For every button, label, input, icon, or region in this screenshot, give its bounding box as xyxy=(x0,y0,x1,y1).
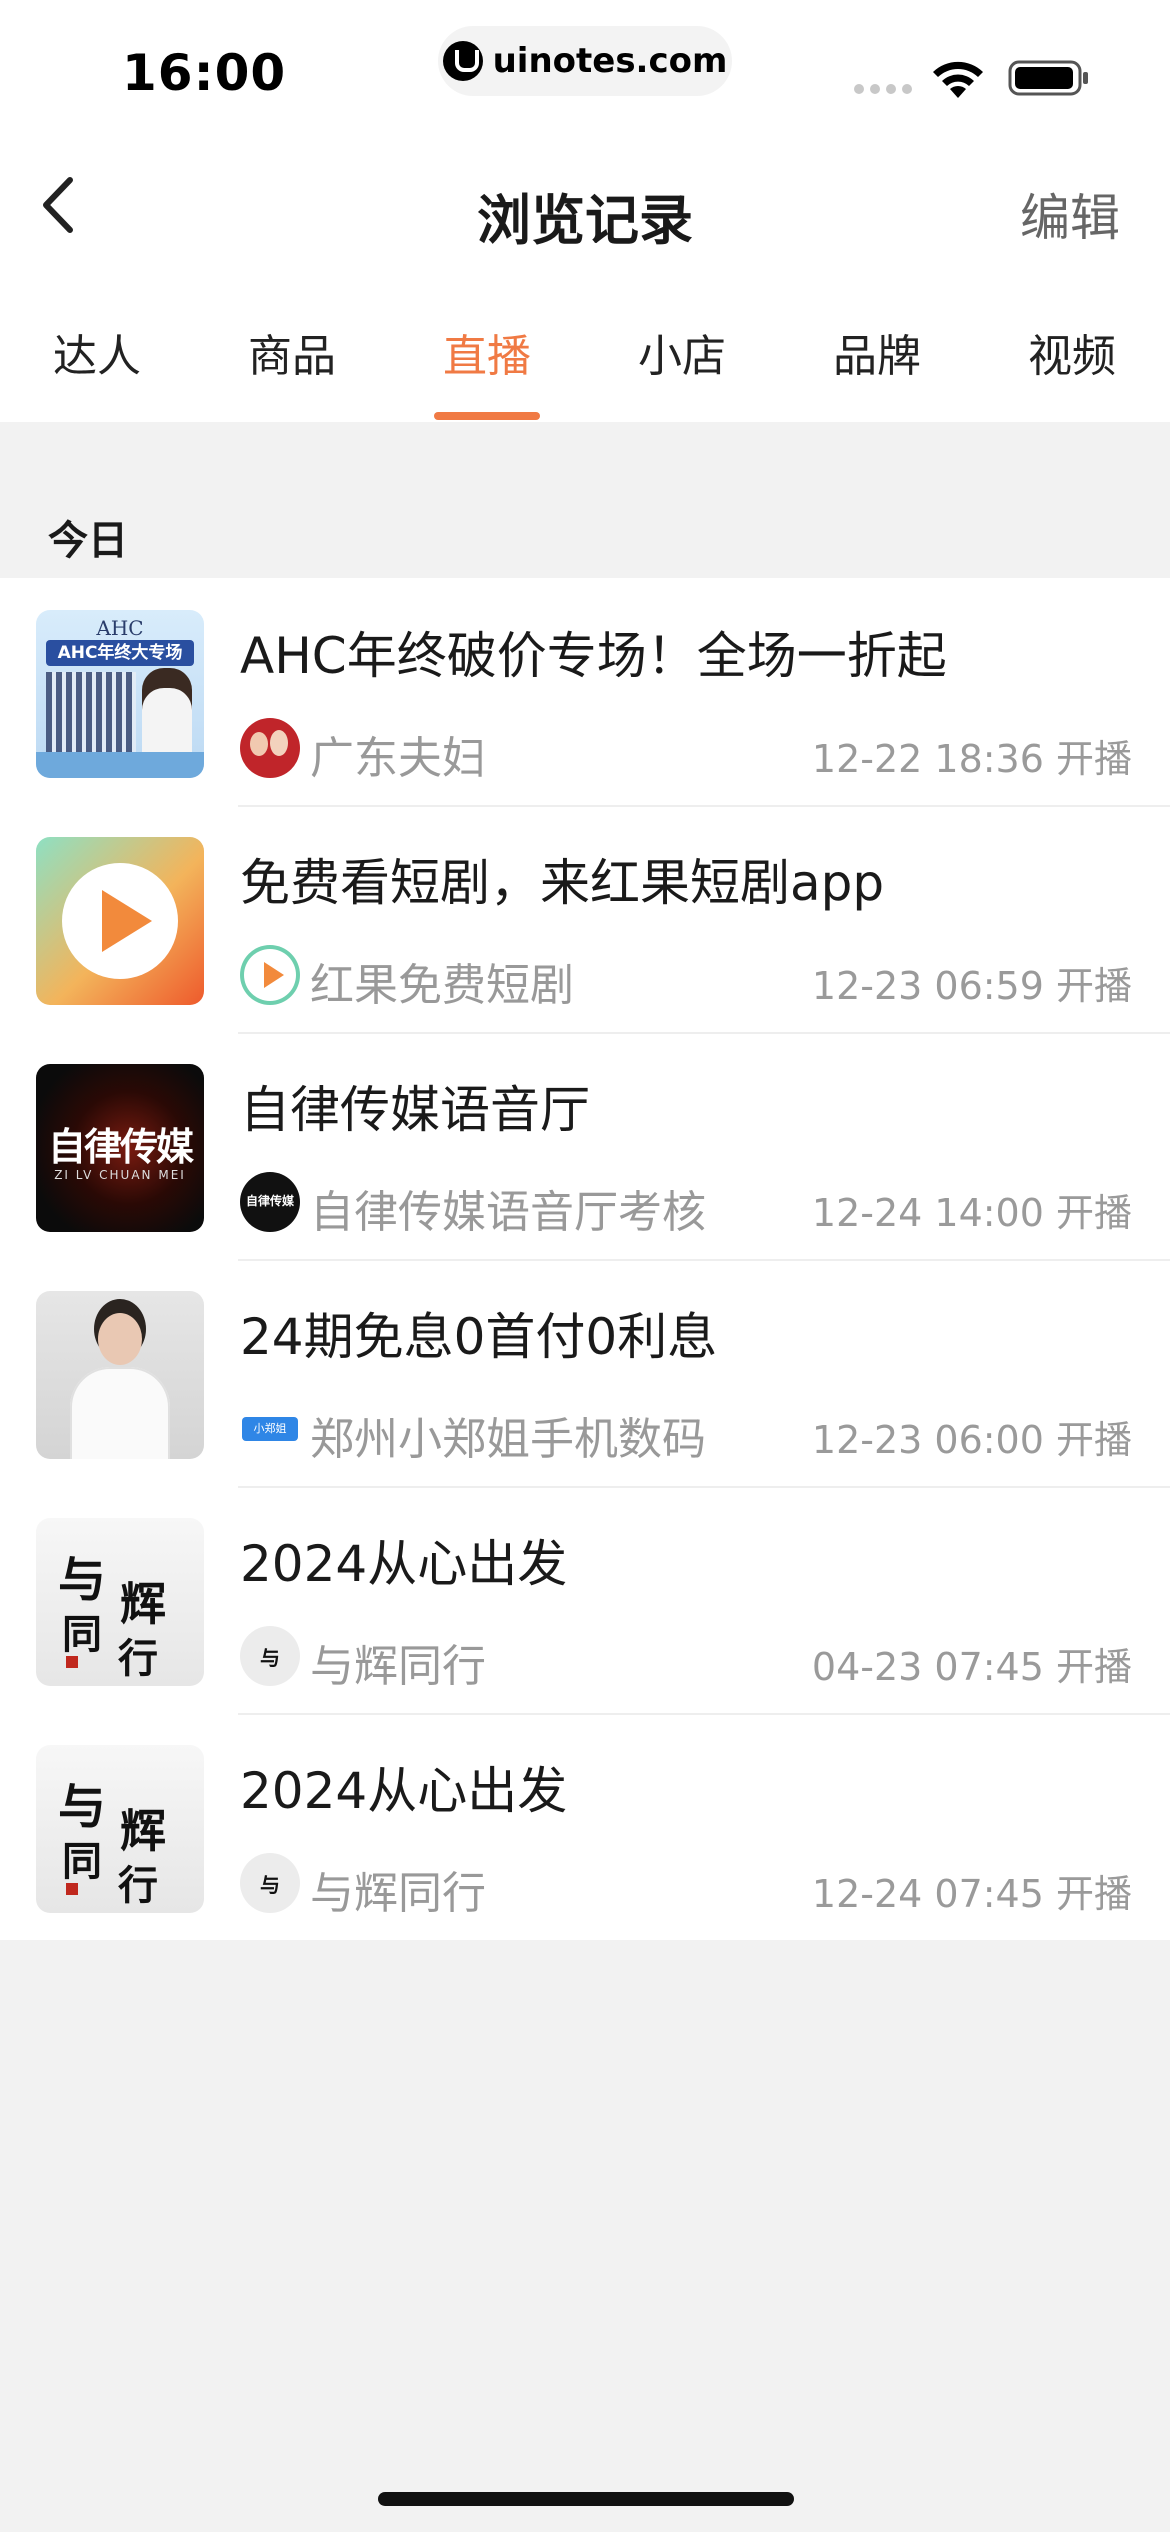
list-item[interactable]: 自律传媒 ZI LV CHUAN MEI 自律传媒语音厅 自律传媒 自律传媒语音… xyxy=(0,1032,1170,1259)
list-item[interactable]: AHC AHC年终大专场 AHC年终破价专场！全场一折起 广东夫妇 12-22 … xyxy=(0,578,1170,805)
divider xyxy=(238,805,1170,807)
live-time: 12-24 07:45 开播 xyxy=(811,1872,1132,1916)
play-logo-thumbnail xyxy=(36,837,204,1005)
list-item[interactable]: 与 辉 同 行 2024从心出发 与 与辉同行 12-24 07:45 开播 xyxy=(0,1713,1170,1940)
url-text: uinotes.com xyxy=(492,41,728,81)
live-time: 12-22 18:36 开播 xyxy=(811,737,1132,781)
live-time: 12-23 06:59 开播 xyxy=(811,964,1132,1008)
tab-experts[interactable]: 达人 xyxy=(53,320,141,384)
page-title: 浏览记录 xyxy=(477,189,693,252)
battery-icon xyxy=(1008,60,1088,96)
url-pill[interactable]: uinotes.com xyxy=(438,26,732,96)
anchor-name: 与辉同行 xyxy=(310,1641,486,1692)
live-title: AHC年终破价专场！全场一折起 xyxy=(240,627,947,685)
live-thumbnail: AHC AHC年终大专场 xyxy=(36,610,204,778)
home-indicator[interactable] xyxy=(378,2492,794,2506)
tab-videos[interactable]: 视频 xyxy=(1028,320,1116,384)
anchor-name: 红果免费短剧 xyxy=(310,960,574,1011)
anchor-name: 广东夫妇 xyxy=(310,733,486,784)
divider xyxy=(238,1713,1170,1715)
live-title: 免费看短剧，来红果短剧app xyxy=(240,854,885,912)
live-title: 2024从心出发 xyxy=(240,1535,568,1593)
live-thumbnail: 自律传媒 ZI LV CHUAN MEI xyxy=(36,1064,204,1232)
top-header: 16:00 uinotes.com 浏览记录 编辑 达人 商品 直播 小店 品牌… xyxy=(0,0,1170,422)
live-thumbnail: 与 辉 同 行 xyxy=(36,1745,204,1913)
section-header-today: 今日 xyxy=(48,518,128,564)
cellular-signal-icon xyxy=(854,84,912,94)
divider xyxy=(238,1032,1170,1034)
list-item[interactable]: 与 辉 同 行 2024从心出发 与 与辉同行 04-23 07:45 开播 xyxy=(0,1486,1170,1713)
history-list: AHC AHC年终大专场 AHC年终破价专场！全场一折起 广东夫妇 12-22 … xyxy=(0,578,1170,1940)
list-item[interactable]: 免费看短剧，来红果短剧app 红果免费短剧 12-23 06:59 开播 xyxy=(0,805,1170,1032)
wifi-icon xyxy=(933,61,983,98)
tab-shops[interactable]: 小店 xyxy=(638,320,726,384)
anchor-name: 自律传媒语音厅考核 xyxy=(310,1187,706,1238)
site-logo-icon xyxy=(442,41,483,81)
edit-button[interactable]: 编辑 xyxy=(1020,178,1120,250)
tab-live[interactable]: 直播 xyxy=(443,320,531,384)
active-tab-indicator xyxy=(434,412,540,420)
anchor-name: 与辉同行 xyxy=(310,1868,486,1919)
anchor-avatar: 与 xyxy=(240,1626,300,1686)
live-thumbnail: 与 辉 同 行 xyxy=(36,1518,204,1686)
anchor-avatar: 小郑姐 xyxy=(240,1399,300,1459)
anchor-name: 郑州小郑姐手机数码 xyxy=(310,1414,706,1465)
list-item[interactable]: 24期免息0首付0利息 小郑姐 郑州小郑姐手机数码 12-23 06:00 开播 xyxy=(0,1259,1170,1486)
anchor-avatar xyxy=(240,718,300,778)
live-time: 12-23 06:00 开播 xyxy=(811,1418,1132,1462)
live-thumbnail xyxy=(36,1291,204,1459)
live-time: 12-24 14:00 开播 xyxy=(811,1191,1132,1235)
anchor-avatar xyxy=(240,945,300,1005)
divider xyxy=(238,1259,1170,1261)
tab-products[interactable]: 商品 xyxy=(248,320,336,384)
live-title: 24期免息0首付0利息 xyxy=(240,1308,718,1366)
live-title: 2024从心出发 xyxy=(240,1762,568,1820)
divider xyxy=(238,1486,1170,1488)
status-time: 16:00 xyxy=(122,44,287,102)
tab-brands[interactable]: 品牌 xyxy=(833,320,921,384)
live-title: 自律传媒语音厅 xyxy=(240,1081,590,1139)
anchor-avatar: 自律传媒 xyxy=(240,1172,300,1232)
live-time: 04-23 07:45 开播 xyxy=(811,1645,1132,1689)
anchor-avatar: 与 xyxy=(240,1853,300,1913)
